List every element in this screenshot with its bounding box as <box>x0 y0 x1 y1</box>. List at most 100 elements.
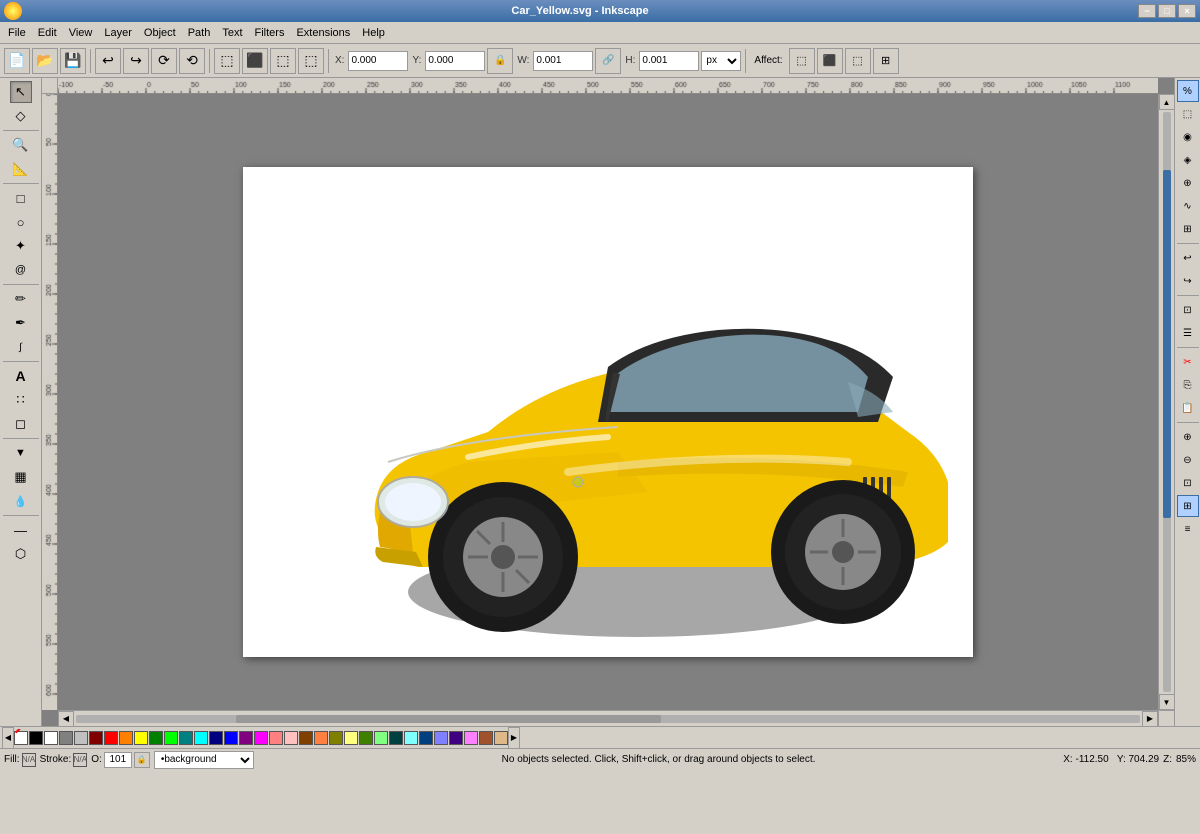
tool-dropper[interactable]: 💧 <box>10 490 32 512</box>
tool-spray[interactable]: ∷ <box>10 389 32 411</box>
scroll-track-h[interactable] <box>76 715 1140 723</box>
color-swatch-24[interactable] <box>389 731 403 745</box>
tool-selector[interactable]: ↖ <box>10 81 32 103</box>
affect-btn-1[interactable]: ⬚ <box>789 48 815 74</box>
scroll-up-button[interactable]: ▲ <box>1159 94 1175 110</box>
new-button[interactable]: 📄 <box>4 48 30 74</box>
tool-pen[interactable]: ✒ <box>10 312 32 334</box>
tool-star[interactable]: ✦ <box>10 235 32 257</box>
zoom-out-r[interactable]: ⊖ <box>1177 449 1199 471</box>
x-input[interactable] <box>348 51 408 71</box>
maximize-button[interactable]: □ <box>1158 4 1176 18</box>
color-swatch-8[interactable] <box>149 731 163 745</box>
lock-ratio-button[interactable]: 🔒 <box>487 48 513 74</box>
snap-nodes-button[interactable]: ◉ <box>1177 126 1199 148</box>
menu-item-layer[interactable]: Layer <box>98 25 138 41</box>
align-right-button[interactable]: ⬚ <box>270 48 296 74</box>
snap-midpoints-button[interactable]: ◈ <box>1177 149 1199 171</box>
w-input[interactable] <box>533 51 593 71</box>
view-list-r[interactable]: ≡ <box>1177 518 1199 540</box>
color-swatch-13[interactable] <box>224 731 238 745</box>
zoom-page-r[interactable]: ⊡ <box>1177 472 1199 494</box>
close-button[interactable]: × <box>1178 4 1196 18</box>
redo-button[interactable]: ↪ <box>123 48 149 74</box>
copy-button[interactable]: ⎘ <box>1177 374 1199 396</box>
scroll-down-button[interactable]: ▼ <box>1159 694 1175 710</box>
zoom-in-r[interactable]: ⊕ <box>1177 426 1199 448</box>
redo-button-r[interactable]: ↪ <box>1177 270 1199 292</box>
tool-calligraphy[interactable]: ∫ <box>10 336 32 358</box>
color-swatch-31[interactable] <box>494 731 508 745</box>
snap-bbox-button[interactable]: ⬚ <box>1177 103 1199 125</box>
color-swatch-28[interactable] <box>449 731 463 745</box>
snap-smooth-button[interactable]: ∿ <box>1177 195 1199 217</box>
color-swatch-7[interactable] <box>134 731 148 745</box>
view-grid-r[interactable]: ⊞ <box>1177 495 1199 517</box>
stroke-swatch[interactable]: N/A <box>73 753 87 767</box>
lock-wh-button[interactable]: 🔗 <box>595 48 621 74</box>
h-input[interactable] <box>639 51 699 71</box>
align-center-button[interactable]: ⬛ <box>242 48 268 74</box>
fill-swatch[interactable]: N/A <box>22 753 36 767</box>
color-swatch-20[interactable] <box>329 731 343 745</box>
tool-rectangle[interactable]: □ <box>10 187 32 209</box>
transform-button[interactable]: ⊡ <box>1177 299 1199 321</box>
minimize-button[interactable]: − <box>1138 4 1156 18</box>
cut-button[interactable]: ✂ <box>1177 351 1199 373</box>
scroll-right-button[interactable]: ▶ <box>1142 711 1158 727</box>
affect-btn-3[interactable]: ⬚ <box>845 48 871 74</box>
canvas-area[interactable]: ◀ ▶ ▲ ▼ <box>42 78 1174 726</box>
canvas-scroll[interactable] <box>58 94 1158 710</box>
color-swatch-27[interactable] <box>434 731 448 745</box>
color-swatch-30[interactable] <box>479 731 493 745</box>
open-button[interactable]: 📂 <box>32 48 58 74</box>
tool-bucket[interactable]: ▼ <box>10 442 32 464</box>
scrollbar-horizontal[interactable]: ◀ ▶ <box>58 710 1158 726</box>
menu-item-path[interactable]: Path <box>182 25 217 41</box>
scrollbar-vertical[interactable]: ▲ ▼ <box>1158 94 1174 710</box>
y-input[interactable] <box>425 51 485 71</box>
color-swatch-26[interactable] <box>419 731 433 745</box>
save-button[interactable]: 💾 <box>60 48 86 74</box>
tool-spiral[interactable]: @ <box>10 259 32 281</box>
palette-scroll-left[interactable]: ◀ <box>2 727 14 749</box>
color-swatch-15[interactable] <box>254 731 268 745</box>
snap-center-button[interactable]: ⊕ <box>1177 172 1199 194</box>
color-swatch-1[interactable] <box>44 731 58 745</box>
undo-button-r[interactable]: ↩ <box>1177 247 1199 269</box>
color-swatch-17[interactable] <box>284 731 298 745</box>
tool-node[interactable]: ◇ <box>10 105 32 127</box>
undo-history-button[interactable]: ⟳ <box>151 48 177 74</box>
palette-scroll-right[interactable]: ▶ <box>508 727 520 749</box>
menu-item-file[interactable]: File <box>2 25 32 41</box>
snap-toggle-button[interactable]: % <box>1177 80 1199 102</box>
paste-button[interactable]: 📋 <box>1177 397 1199 419</box>
color-swatch-4[interactable] <box>89 731 103 745</box>
color-swatch-23[interactable] <box>374 731 388 745</box>
menu-item-object[interactable]: Object <box>138 25 182 41</box>
menu-item-filters[interactable]: Filters <box>249 25 291 41</box>
tool-zoom[interactable]: 🔍 <box>10 134 32 156</box>
color-swatch-0[interactable] <box>29 731 43 745</box>
tool-measure[interactable]: 📐 <box>10 158 32 180</box>
affect-btn-4[interactable]: ⊞ <box>873 48 899 74</box>
opacity-lock[interactable]: 🔒 <box>134 752 150 768</box>
color-swatch-5[interactable] <box>104 731 118 745</box>
scroll-thumb-h[interactable] <box>236 715 662 723</box>
menu-item-text[interactable]: Text <box>216 25 248 41</box>
tool-3dbox[interactable]: ⬡ <box>10 543 32 565</box>
menu-item-help[interactable]: Help <box>356 25 391 41</box>
tool-connector[interactable]: — <box>10 519 32 541</box>
color-swatch-12[interactable] <box>209 731 223 745</box>
color-swatch-25[interactable] <box>404 731 418 745</box>
opacity-input[interactable] <box>104 752 132 768</box>
scroll-thumb-v[interactable] <box>1163 170 1171 518</box>
tool-pencil[interactable]: ✏ <box>10 288 32 310</box>
color-none[interactable] <box>14 731 28 745</box>
color-swatch-2[interactable] <box>59 731 73 745</box>
tool-ellipse[interactable]: ○ <box>10 211 32 233</box>
tool-gradient[interactable]: ▦ <box>10 466 32 488</box>
color-swatch-6[interactable] <box>119 731 133 745</box>
color-swatch-16[interactable] <box>269 731 283 745</box>
tool-eraser[interactable]: ◻ <box>10 413 32 435</box>
